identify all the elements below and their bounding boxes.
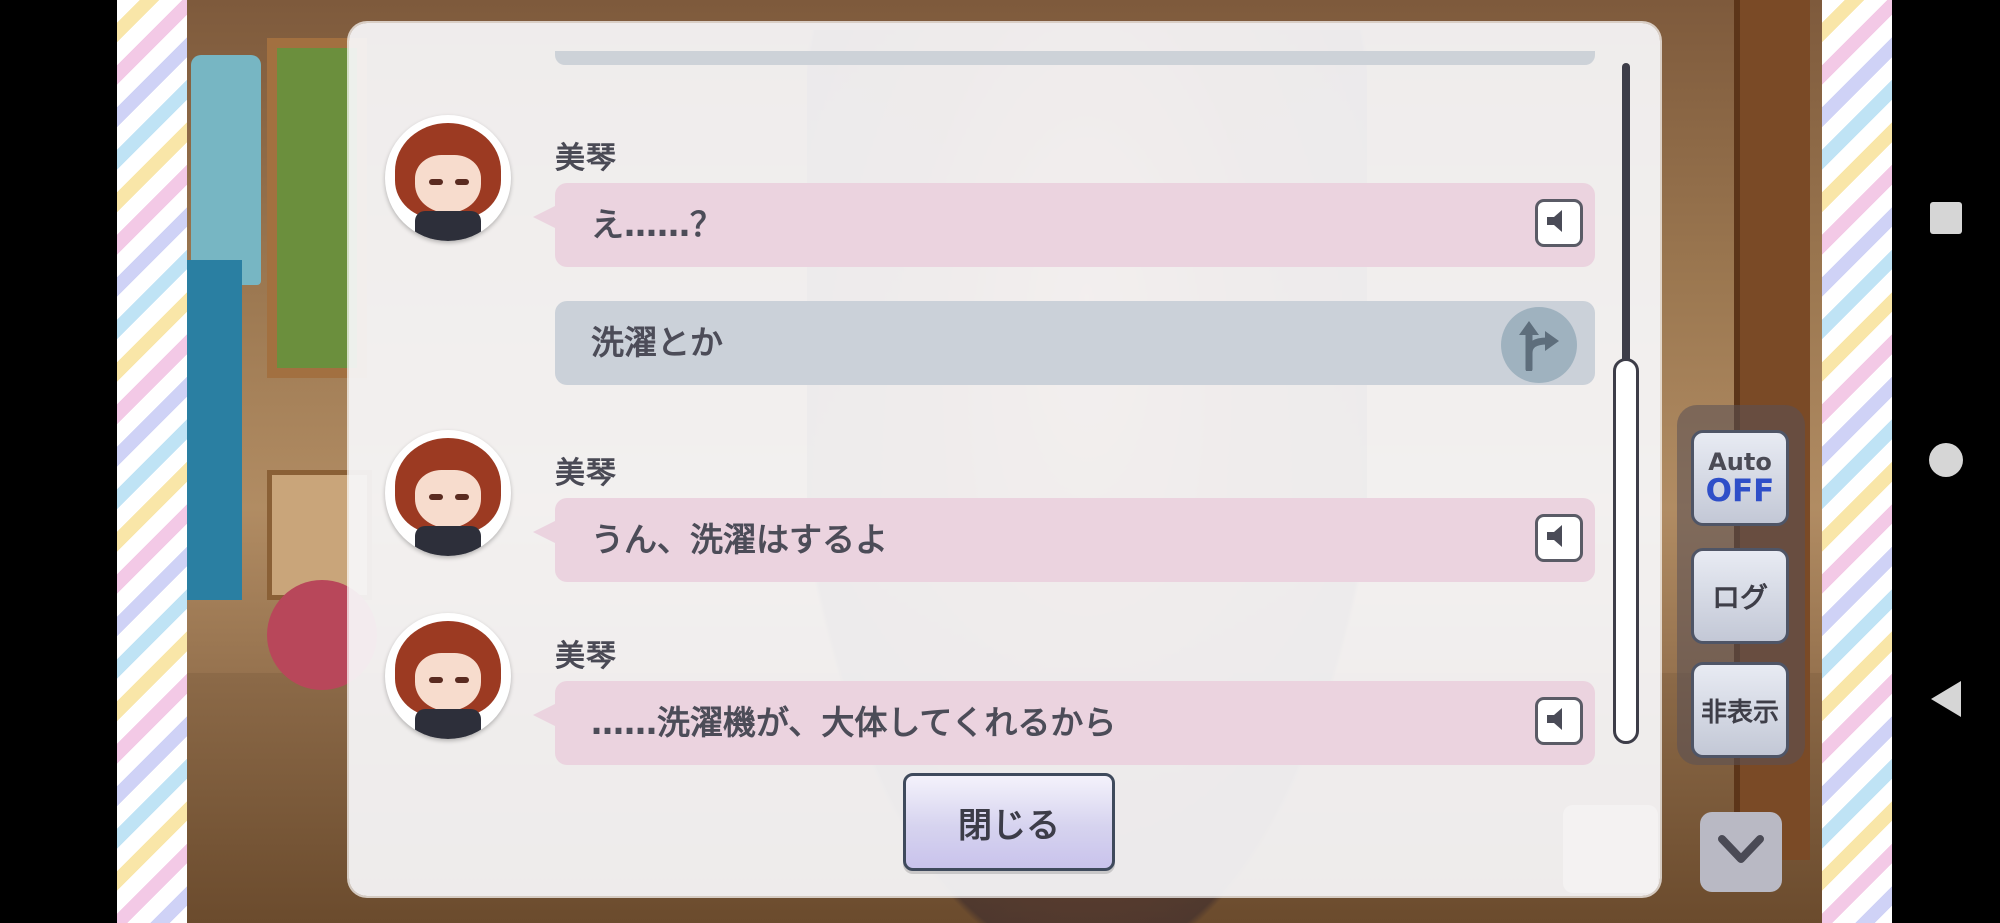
right-border-stripes xyxy=(1822,0,1892,923)
dialogue-text: ……洗濯機が、大体してくれるから xyxy=(591,703,1117,742)
skip-toggle-faded xyxy=(1563,805,1658,893)
hanging-jacket xyxy=(191,55,261,285)
speaker-icon xyxy=(1545,208,1573,238)
scrollbar-thumb[interactable] xyxy=(1613,358,1639,744)
avatar xyxy=(385,115,511,241)
speaker-icon xyxy=(1545,706,1573,736)
recent-apps-button[interactable] xyxy=(1920,194,1972,246)
dialogue-bubble: ……洗濯機が、大体してくれるから xyxy=(533,681,1595,765)
chevron-down-icon xyxy=(1718,835,1764,869)
dialogue-bubble: うん、洗濯はするよ xyxy=(533,498,1595,582)
speaker-name: 美琴 xyxy=(555,639,617,674)
auto-state: OFF xyxy=(1705,473,1775,509)
log-button[interactable]: ログ xyxy=(1691,548,1789,644)
speaker-icon xyxy=(1545,523,1573,553)
left-border-stripes xyxy=(117,0,187,923)
square-icon xyxy=(1929,201,1963,239)
hide-ui-button[interactable]: 非表示 xyxy=(1691,662,1789,758)
backlog-panel: 美琴 え……？ 洗濯とか 美琴 うん、洗濯はするよ 美琴 ……洗濯機が、大体して… xyxy=(349,23,1660,896)
close-button[interactable]: 閉じる xyxy=(903,773,1115,871)
triangle-back-icon xyxy=(1929,680,1963,722)
avatar xyxy=(385,430,511,556)
dialogue-text: え……？ xyxy=(591,205,723,244)
wall-poster xyxy=(187,260,242,600)
android-nav-bar xyxy=(1892,0,2000,923)
dialogue-bubble: え……？ xyxy=(533,183,1595,267)
circle-icon xyxy=(1928,442,1964,482)
dialogue-text: うん、洗濯はするよ xyxy=(591,520,888,559)
branch-arrow-icon xyxy=(1501,307,1577,383)
auto-label: Auto xyxy=(1708,448,1772,476)
voice-replay-button[interactable] xyxy=(1535,514,1583,562)
voice-replay-button[interactable] xyxy=(1535,199,1583,247)
back-button[interactable] xyxy=(1920,675,1972,727)
menu-down-button[interactable] xyxy=(1700,812,1782,892)
home-button[interactable] xyxy=(1920,436,1972,488)
previous-entry-edge xyxy=(555,51,1595,65)
speaker-name: 美琴 xyxy=(555,456,617,491)
auto-toggle-button[interactable]: Auto OFF xyxy=(1691,430,1789,526)
choice-text: 洗濯とか xyxy=(591,323,723,362)
voice-replay-button[interactable] xyxy=(1535,697,1583,745)
speaker-name: 美琴 xyxy=(555,141,617,176)
choice-bubble: 洗濯とか xyxy=(555,301,1595,385)
avatar xyxy=(385,613,511,739)
